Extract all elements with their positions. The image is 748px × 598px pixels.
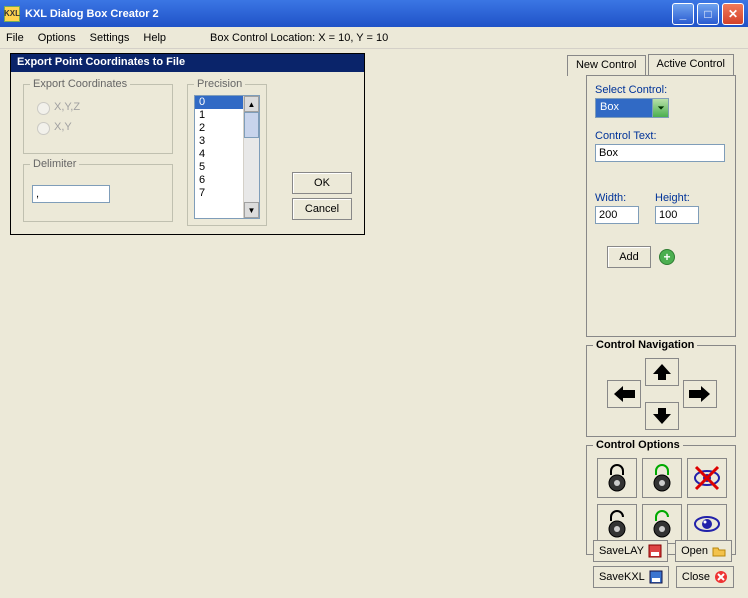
lock-all-button[interactable] <box>597 458 637 498</box>
scroll-up-button[interactable]: ▲ <box>244 96 259 112</box>
select-control-value: Box <box>596 99 652 117</box>
precision-item-2[interactable]: 2 <box>195 122 243 135</box>
lock-closed-green-icon <box>647 463 677 493</box>
dropdown-arrow-icon[interactable] <box>652 99 668 117</box>
maximize-button[interactable]: □ <box>697 3 719 25</box>
new-control-panel: Select Control: Box Control Text: Width:… <box>586 75 736 337</box>
tab-new-control[interactable]: New Control <box>567 55 646 76</box>
savelay-button[interactable]: SaveLAY <box>593 540 668 562</box>
export-coordinates-group: Export Coordinates X,Y,Z X,Y <box>23 84 173 154</box>
precision-item-4[interactable]: 4 <box>195 148 243 161</box>
height-label: Height: <box>655 192 699 204</box>
delimiter-legend: Delimiter <box>30 158 79 170</box>
menu-options[interactable]: Options <box>38 32 76 44</box>
precision-items: 0 1 2 3 4 5 6 7 <box>195 96 243 218</box>
nav-up-button[interactable] <box>645 358 679 386</box>
scroll-down-button[interactable]: ▼ <box>244 202 259 218</box>
workspace: Export Point Coordinates to File Export … <box>0 49 748 598</box>
ok-button[interactable]: OK <box>292 172 352 194</box>
precision-item-7[interactable]: 7 <box>195 187 243 200</box>
disk-blue-icon <box>649 570 663 584</box>
disk-red-icon <box>648 544 662 558</box>
plus-icon: + <box>659 249 675 265</box>
precision-item-6[interactable]: 6 <box>195 174 243 187</box>
control-location-status: Box Control Location: X = 10, Y = 10 <box>210 32 388 44</box>
control-text-input[interactable] <box>595 144 725 162</box>
lock-open-green-icon <box>647 509 677 539</box>
app-icon: KXL <box>4 6 20 22</box>
cancel-button[interactable]: Cancel <box>292 198 352 220</box>
hide-button[interactable] <box>687 458 727 498</box>
precision-item-0[interactable]: 0 <box>195 96 243 109</box>
control-text-label: Control Text: <box>595 130 727 142</box>
eye-crossed-icon <box>692 463 722 493</box>
menubar: File Options Settings Help Box Control L… <box>0 27 748 49</box>
lock-selected-button[interactable] <box>642 458 682 498</box>
precision-scrollbar[interactable]: ▲ ▼ <box>243 96 259 218</box>
height-input[interactable] <box>655 206 699 224</box>
precision-listbox[interactable]: 0 1 2 3 4 5 6 7 ▲ ▼ <box>194 95 260 219</box>
select-control-dropdown[interactable]: Box <box>595 98 669 118</box>
lock-open-icon <box>602 509 632 539</box>
precision-group: Precision 0 1 2 3 4 5 6 7 ▲ ▼ <box>187 84 267 226</box>
eye-icon <box>692 509 722 539</box>
savekxl-label: SaveKXL <box>599 571 645 583</box>
radio-xy[interactable]: X,Y <box>32 119 164 135</box>
precision-item-1[interactable]: 1 <box>195 109 243 122</box>
scroll-thumb[interactable] <box>244 112 259 138</box>
bottom-buttons: SaveLAY Open SaveKXL Close <box>591 538 736 590</box>
control-navigation-legend: Control Navigation <box>593 339 697 351</box>
open-button[interactable]: Open <box>675 540 732 562</box>
window-titlebar: KXL KXL Dialog Box Creator 2 _ □ ✕ <box>0 0 748 27</box>
control-navigation-group: Control Navigation <box>586 345 736 437</box>
menu-settings[interactable]: Settings <box>90 32 130 44</box>
radio-xyz[interactable]: X,Y,Z <box>32 99 164 115</box>
export-coordinates-legend: Export Coordinates <box>30 78 130 90</box>
close-button[interactable]: Close <box>676 566 734 588</box>
width-input[interactable] <box>595 206 639 224</box>
close-red-icon <box>714 570 728 584</box>
lock-closed-icon <box>602 463 632 493</box>
width-label: Width: <box>595 192 639 204</box>
open-label: Open <box>681 545 708 557</box>
radio-xy-label: X,Y <box>54 121 72 133</box>
precision-legend: Precision <box>194 78 245 90</box>
precision-item-5[interactable]: 5 <box>195 161 243 174</box>
export-dialog: Export Point Coordinates to File Export … <box>10 53 365 235</box>
menu-help[interactable]: Help <box>143 32 166 44</box>
minimize-button[interactable]: _ <box>672 3 694 25</box>
control-tabs: New Control Active Control <box>567 54 736 76</box>
radio-xyz-label: X,Y,Z <box>54 101 80 113</box>
close-label: Close <box>682 571 710 583</box>
delimiter-group: Delimiter <box>23 164 173 222</box>
window-title: KXL Dialog Box Creator 2 <box>25 8 672 20</box>
delimiter-input[interactable] <box>32 185 110 203</box>
dialog-title: Export Point Coordinates to File <box>11 54 364 72</box>
nav-right-button[interactable] <box>683 380 717 408</box>
tab-active-control[interactable]: Active Control <box>648 54 734 76</box>
select-control-label: Select Control: <box>595 84 727 96</box>
close-window-button[interactable]: ✕ <box>722 3 744 25</box>
menu-file[interactable]: File <box>6 32 24 44</box>
savekxl-button[interactable]: SaveKXL <box>593 566 669 588</box>
add-button[interactable]: Add <box>607 246 651 268</box>
control-options-legend: Control Options <box>593 439 683 451</box>
precision-item-3[interactable]: 3 <box>195 135 243 148</box>
nav-left-button[interactable] <box>607 380 641 408</box>
nav-down-button[interactable] <box>645 402 679 430</box>
savelay-label: SaveLAY <box>599 545 644 557</box>
folder-icon <box>712 544 726 558</box>
